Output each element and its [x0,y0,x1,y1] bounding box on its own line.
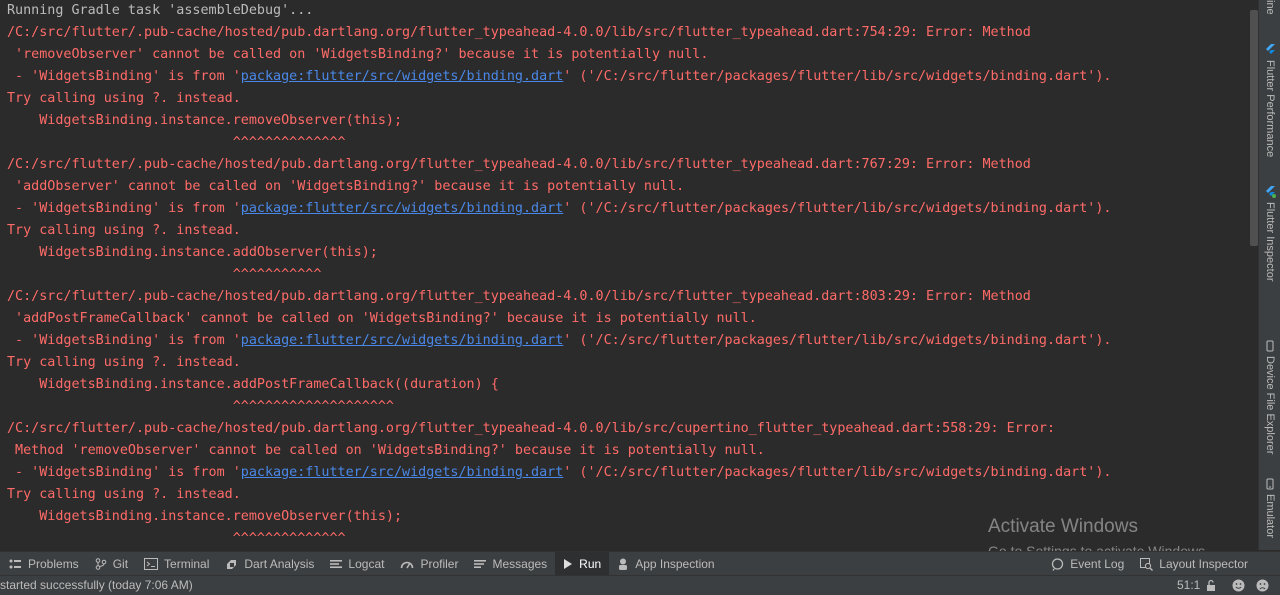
git-tab[interactable]: Git [87,552,136,576]
terminal-icon [144,558,159,570]
problems-icon [9,559,21,569]
emulator-label: Emulator [1264,494,1276,539]
console-line: 'addObserver' cannot be called on 'Widge… [7,179,685,194]
layout-inspector-icon [1140,557,1154,571]
console-line: WidgetsBinding.instance.addPostFrameCall… [7,377,499,392]
tool-tab-flutter-performance[interactable]: Flutter Performance [1259,44,1280,157]
console-line: /C:/src/flutter/.pub-cache/hosted/pub.da… [7,289,1031,304]
tool-tab-clipped-label: ine [1264,0,1276,15]
console-line-prefix: - 'WidgetsBinding' is from ' [7,333,241,348]
run-console-output[interactable]: Running Gradle task 'assembleDebug'... /C… [0,0,1250,550]
flutter-inspector-label: Flutter Inspector [1264,202,1276,282]
problems-label: Problems [28,557,79,571]
console-line: ^^^^^^^^^^^ [7,267,322,282]
layout-inspector-label: Layout Inspector [1159,557,1248,571]
console-line: /C:/src/flutter/.pub-cache/hosted/pub.da… [7,157,1031,172]
logcat-icon [330,560,343,568]
console-line: - 'WidgetsBinding' is from 'package:flut… [7,330,1112,352]
logcat-label: Logcat [348,557,385,571]
problems-tab[interactable]: Problems [0,552,87,576]
console-line: Try calling using ?. instead. [7,223,241,238]
flutter-performance-icon [1266,44,1275,54]
console-line: ^^^^^^^^^^^^^^ [7,531,346,546]
console-line: ^^^^^^^^^^^^^^ [7,135,346,150]
console-line: Try calling using ?. instead. [7,487,241,502]
terminal-tab[interactable]: Terminal [136,552,217,576]
watermark-title: Activate Windows [988,516,1138,537]
messages-label: Messages [492,557,548,571]
console-line: /C:/src/flutter/.pub-cache/hosted/pub.da… [7,421,1056,436]
tool-tab-device-file-explorer[interactable]: Device File Explorer [1259,340,1280,454]
console-line-prefix: - 'WidgetsBinding' is from ' [7,465,241,480]
profiler-tab[interactable]: Profiler [392,552,466,576]
console-line: WidgetsBinding.instance.addObserver(this… [7,245,378,260]
console-line-prefix: - 'WidgetsBinding' is from ' [7,69,241,84]
git-branch-icon [95,558,106,570]
console-line: Try calling using ?. instead. [7,91,241,106]
layout-inspector-tab[interactable]: Layout Inspector [1132,552,1256,576]
app-inspection-icon [619,558,628,570]
console-scrollbar[interactable] [1250,10,1258,246]
console-line: - 'WidgetsBinding' is from 'package:flut… [7,198,1112,220]
emulator-icon [1266,478,1274,490]
dart-analysis-label: Dart Analysis [244,557,315,571]
dart-icon [227,559,237,569]
event-log-label: Event Log [1070,557,1125,571]
terminal-label: Terminal [164,557,210,571]
profiler-gauge-icon [401,561,414,569]
console-line-suffix: ' ('/C:/src/flutter/packages/flutter/lib… [563,333,1112,348]
status-message[interactable]: started successfully (today 7:06 AM) [0,578,193,592]
tool-tab-emulator[interactable]: Emulator [1259,478,1280,538]
run-play-icon [564,559,573,569]
console-line: Method 'removeObserver' cannot be called… [7,443,765,458]
flutter-inspector-icon [1266,186,1276,198]
sad-face-icon[interactable] [1256,579,1269,592]
tool-tab-clipped[interactable]: ine [1259,0,1280,15]
profiler-label: Profiler [420,557,459,571]
tool-tab-flutter-inspector[interactable]: Flutter Inspector [1259,186,1280,281]
logcat-tab[interactable]: Logcat [322,552,392,576]
device-file-explorer-label: Device File Explorer [1264,356,1276,455]
app-inspection-tab[interactable]: App Inspection [609,552,722,576]
device-icon [1266,340,1274,352]
console-line: 'addPostFrameCallback' cannot be called … [7,311,757,326]
status-bar: started successfully (today 7:06 AM) 51:… [0,575,1280,595]
dart-analysis-tab[interactable]: Dart Analysis [217,552,322,576]
event-log-tab[interactable]: Event Log [1043,552,1132,576]
console-line: WidgetsBinding.instance.removeObserver(t… [7,509,403,524]
console-line: Running Gradle task 'assembleDebug'... [7,3,314,18]
git-label: Git [112,557,129,571]
right-tool-strip: ine Flutter Performance Flutter Inspecto… [1258,0,1280,550]
run-label: Run [579,557,602,571]
console-line-prefix: - 'WidgetsBinding' is from ' [7,201,241,216]
app-inspection-label: App Inspection [635,557,715,571]
console-line-suffix: ' ('/C:/src/flutter/packages/flutter/lib… [563,465,1112,480]
console-line-suffix: ' ('/C:/src/flutter/packages/flutter/lib… [563,69,1112,84]
console-line: ^^^^^^^^^^^^^^^^^^^^ [7,399,394,414]
cursor-position[interactable]: 51:1 [1177,578,1200,592]
tool-window-bar: Problems Git Terminal Dart Analysis Logc… [0,551,1280,576]
console-line: /C:/src/flutter/.pub-cache/hosted/pub.da… [7,25,1031,40]
console-line: WidgetsBinding.instance.removeObserver(t… [7,113,403,128]
run-tab[interactable]: Run [555,552,610,576]
event-log-icon [1052,557,1064,571]
console-line: - 'WidgetsBinding' is from 'package:flut… [7,66,1112,88]
package-link[interactable]: package:flutter/src/widgets/binding.dart [241,69,563,84]
console-line-suffix: ' ('/C:/src/flutter/packages/flutter/lib… [563,201,1112,216]
flutter-performance-label: Flutter Performance [1264,60,1276,158]
package-link[interactable]: package:flutter/src/widgets/binding.dart [241,465,563,480]
package-link[interactable]: package:flutter/src/widgets/binding.dart [241,201,563,216]
happy-face-icon[interactable] [1232,579,1245,592]
console-line: 'removeObserver' cannot be called on 'Wi… [7,47,709,62]
messages-tab[interactable]: Messages [466,552,555,576]
console-line: - 'WidgetsBinding' is from 'package:flut… [7,462,1112,484]
messages-icon [474,560,487,568]
package-link[interactable]: package:flutter/src/widgets/binding.dart [241,333,563,348]
lock-icon[interactable] [1206,579,1220,592]
console-line: Try calling using ?. instead. [7,355,241,370]
